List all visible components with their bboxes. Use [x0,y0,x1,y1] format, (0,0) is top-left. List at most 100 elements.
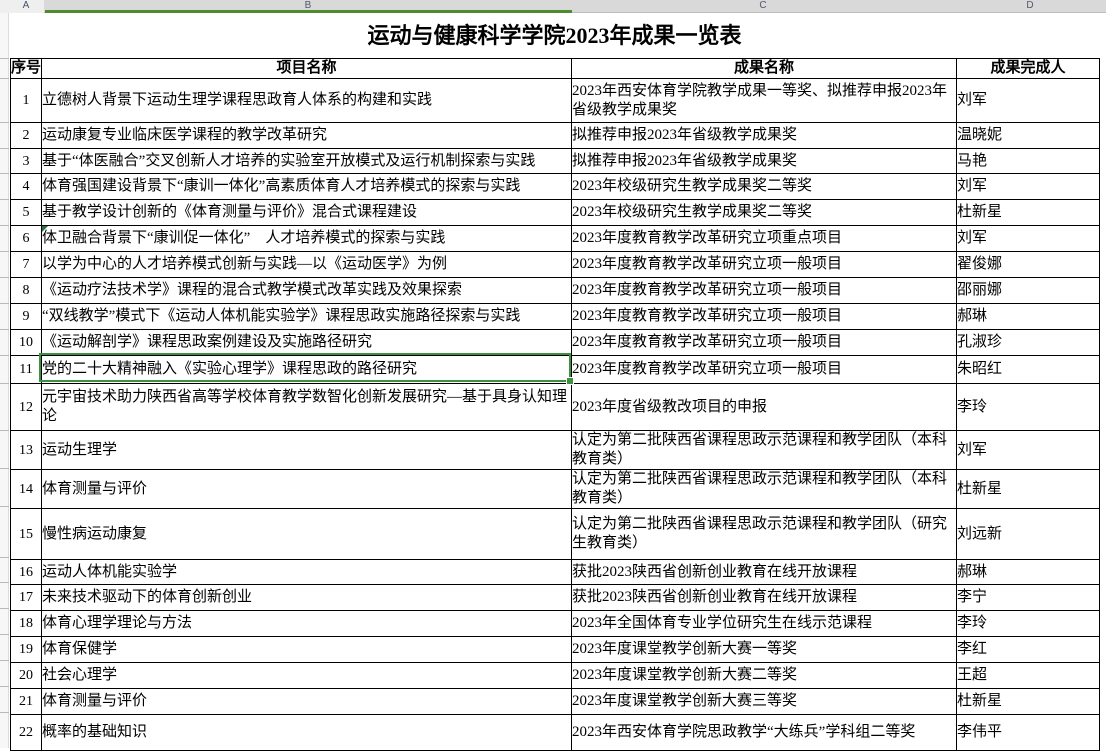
project-name-cell[interactable]: 《运动疗法技术学》课程的混合式教学模式改革实践及效果探索 [42,278,572,304]
person-cell[interactable]: 郝琳 [957,304,1100,330]
achievement-cell[interactable]: 2023年度教育教学改革研究立项一般项目 [572,356,957,384]
project-name-cell[interactable]: 基于“体医融合”交叉创新人才培养的实验室开放模式及运行机制探索与实践 [42,149,572,174]
person-cell[interactable]: 马艳 [957,149,1100,174]
achievement-cell[interactable]: 获批2023陕西省创新创业教育在线开放课程 [572,560,957,585]
row-index-cell[interactable]: 8 [11,278,42,304]
header-cell-person[interactable]: 成果完成人 [957,59,1100,79]
achievement-cell[interactable]: 获批2023陕西省创新创业教育在线开放课程 [572,585,957,611]
achievement-cell[interactable]: 2023年全国体育专业学位研究生在线示范课程 [572,611,957,637]
achievement-cell[interactable]: 拟推荐申报2023年省级教学成果奖 [572,123,957,149]
row-index-cell[interactable]: 1 [11,79,42,123]
row-index-cell[interactable]: 5 [11,200,42,226]
row-index-cell[interactable]: 4 [11,174,42,200]
achievement-cell[interactable]: 2023年度课堂教学创新大赛一等奖 [572,637,957,663]
person-cell[interactable]: 刘军 [957,79,1100,123]
person-cell[interactable]: 翟俊娜 [957,252,1100,278]
project-name-cell[interactable]: 社会心理学 [42,663,572,689]
person-cell[interactable]: 杜新星 [957,689,1100,715]
row-index-cell[interactable]: 13 [11,431,42,470]
row-index-cell[interactable]: 12 [11,384,42,431]
column-header-c[interactable]: C [748,0,778,13]
row-index-cell[interactable]: 20 [11,663,42,689]
achievement-cell[interactable]: 2023年西安体育学院思政教学“大练兵”学科组二等奖 [572,715,957,751]
project-name-cell[interactable]: 以学为中心的人才培养模式创新与实践—以《运动医学》为例 [42,252,572,278]
person-cell[interactable]: 孔淑珍 [957,330,1100,356]
project-name-cell[interactable]: 体育测量与评价 [42,689,572,715]
project-name-cell[interactable]: 体育保健学 [42,637,572,663]
person-cell[interactable]: 王超 [957,663,1100,689]
project-name-cell[interactable]: 《运动解剖学》课程思政案例建设及实施路径研究 [42,330,572,356]
header-cell-project[interactable]: 项目名称 [42,59,572,79]
person-cell[interactable]: 李宁 [957,585,1100,611]
achievement-cell[interactable]: 2023年西安体育学院教学成果一等奖、拟推荐申报2023年省级教学成果奖 [572,79,957,123]
project-name-cell[interactable]: 体育心理学理论与方法 [42,611,572,637]
project-name-cell[interactable]: “双线教学”模式下《运动人体机能实验学》课程思政实施路径探索与实践 [42,304,572,330]
project-name-cell[interactable]: 未来技术驱动下的体育创新创业 [42,585,572,611]
row-index-cell[interactable]: 21 [11,689,42,715]
achievement-cell[interactable]: 2023年度课堂教学创新大赛二等奖 [572,663,957,689]
achievement-cell[interactable]: 2023年度教育教学改革研究立项一般项目 [572,278,957,304]
project-name-cell[interactable]: 基于教学设计创新的《体育测量与评价》混合式课程建设 [42,200,572,226]
project-name-cell[interactable]: 运动生理学 [42,431,572,470]
achievement-cell[interactable]: 2023年校级研究生教学成果奖二等奖 [572,174,957,200]
project-name-cell[interactable]: 元宇宙技术助力陕西省高等学校体育教学数智化创新发展研究—基于具身认知理论 [42,384,572,431]
row-index-cell[interactable]: 11 [11,356,42,384]
row-index-cell[interactable]: 22 [11,715,42,751]
achievement-cell[interactable]: 2023年校级研究生教学成果奖二等奖 [572,200,957,226]
row-index-cell[interactable]: 6 [11,226,42,252]
person-cell[interactable]: 刘军 [957,226,1100,252]
project-name-cell[interactable]: 体卫融合背景下“康训促一体化” 人才培养模式的探索与实践 [42,226,572,252]
project-name-cell[interactable]: 党的二十大精神融入《实验心理学》课程思政的路径研究 [42,356,572,384]
project-name-cell[interactable]: 立德树人背景下运动生理学课程思政育人体系的构建和实践 [42,79,572,123]
row-index-cell[interactable]: 10 [11,330,42,356]
achievement-cell[interactable]: 认定为第二批陕西省课程思政示范课程和教学团队（研究生教育类） [572,509,957,560]
person-cell[interactable]: 朱昭红 [957,356,1100,384]
achievement-cell[interactable]: 2023年度教育教学改革研究立项一般项目 [572,304,957,330]
achievement-cell[interactable]: 2023年度省级教改项目的申报 [572,384,957,431]
row-index-cell[interactable]: 17 [11,585,42,611]
person-cell[interactable]: 温晓妮 [957,123,1100,149]
row-index-cell[interactable]: 3 [11,149,42,174]
achievement-cell[interactable]: 2023年度教育教学改革研究立项重点项目 [572,226,957,252]
project-name-cell[interactable]: 概率的基础知识 [42,715,572,751]
achievement-cell[interactable]: 认定为第二批陕西省课程思政示范课程和教学团队（本科教育类） [572,431,957,470]
header-cell-achievement[interactable]: 成果名称 [572,59,957,79]
row-index-cell[interactable]: 2 [11,123,42,149]
person-cell[interactable]: 杜新星 [957,470,1100,509]
project-name-cell[interactable]: 体育测量与评价 [42,470,572,509]
person-cell[interactable]: 李玲 [957,611,1100,637]
person-cell[interactable]: 杜新星 [957,200,1100,226]
row-divider [0,277,9,278]
achievement-cell[interactable]: 2023年度教育教学改革研究立项一般项目 [572,252,957,278]
person-cell[interactable]: 李玲 [957,384,1100,431]
row-index-cell[interactable]: 15 [11,509,42,560]
project-name-cell[interactable]: 体育强国建设背景下“康训一体化”高素质体育人才培养模式的探索与实践 [42,174,572,200]
row-index-cell[interactable]: 9 [11,304,42,330]
header-cell-index[interactable]: 序号 [11,59,42,79]
project-name-cell[interactable]: 运动康复专业临床医学课程的教学改革研究 [42,123,572,149]
fill-handle[interactable] [566,377,574,385]
column-header-a[interactable]: A [11,0,41,13]
row-index-cell[interactable]: 7 [11,252,42,278]
achievement-cell[interactable]: 2023年度教育教学改革研究立项一般项目 [572,330,957,356]
sheet-title[interactable]: 运动与健康科学学院2023年成果一览表 [10,13,1099,58]
row-index-cell[interactable]: 14 [11,470,42,509]
row-index-cell[interactable]: 16 [11,560,42,585]
achievement-cell[interactable]: 拟推荐申报2023年省级教学成果奖 [572,149,957,174]
row-index-cell[interactable]: 18 [11,611,42,637]
row-divider [0,173,9,174]
row-index-cell[interactable]: 19 [11,637,42,663]
column-header-d[interactable]: D [1015,0,1045,13]
person-cell[interactable]: 李伟平 [957,715,1100,751]
achievement-cell[interactable]: 认定为第二批陕西省课程思政示范课程和教学团队（本科教育类） [572,470,957,509]
person-cell[interactable]: 邵丽娜 [957,278,1100,304]
person-cell[interactable]: 李红 [957,637,1100,663]
project-name-cell[interactable]: 运动人体机能实验学 [42,560,572,585]
person-cell[interactable]: 郝琳 [957,560,1100,585]
person-cell[interactable]: 刘军 [957,431,1100,470]
row-header-strip[interactable] [0,13,9,748]
achievement-cell[interactable]: 2023年度课堂教学创新大赛三等奖 [572,689,957,715]
person-cell[interactable]: 刘远新 [957,509,1100,560]
project-name-cell[interactable]: 慢性病运动康复 [42,509,572,560]
person-cell[interactable]: 刘军 [957,174,1100,200]
